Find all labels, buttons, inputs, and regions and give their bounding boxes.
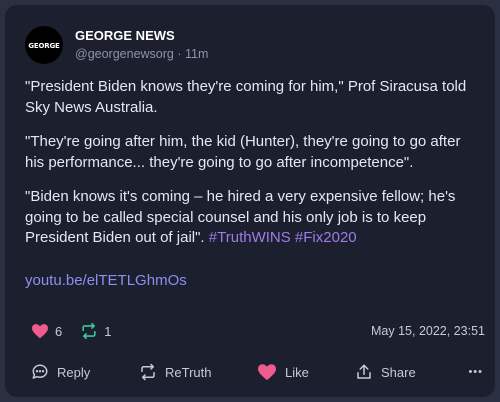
account-names: GEORGE NEWS @georgenewsorg · 11m bbox=[75, 28, 208, 62]
post-paragraph: youtu.be/elTETLGhmOs bbox=[25, 271, 480, 292]
retruth-icon bbox=[80, 323, 104, 339]
action-bar: Reply ReTruth Like Share ••• bbox=[31, 361, 485, 383]
hashtag-link[interactable]: #TruthWINS bbox=[209, 229, 291, 246]
share-label: Share bbox=[381, 364, 416, 380]
share-icon bbox=[355, 363, 381, 381]
post-paragraph: "They're going after him, the kid (Hunte… bbox=[25, 133, 461, 171]
heart-icon bbox=[31, 323, 55, 339]
reply-button[interactable]: Reply bbox=[31, 363, 90, 381]
retruth-icon bbox=[139, 363, 165, 381]
like-label: Like bbox=[285, 364, 309, 380]
retruth-count[interactable]: 1 bbox=[80, 323, 111, 339]
retruth-label: ReTruth bbox=[165, 364, 212, 380]
display-name[interactable]: GEORGE NEWS bbox=[75, 28, 208, 44]
post-stats: 6 1 May 15, 2022, 23:51 bbox=[31, 321, 485, 341]
handle-line: @georgenewsorg · 11m bbox=[75, 46, 208, 62]
share-button[interactable]: Share bbox=[355, 363, 416, 381]
like-button[interactable]: Like bbox=[257, 363, 309, 381]
more-icon[interactable]: ••• bbox=[468, 366, 483, 378]
avatar[interactable]: GEORGE bbox=[25, 26, 63, 64]
hashtag-link[interactable]: #Fix2020 bbox=[295, 229, 357, 246]
retruth-count-value: 1 bbox=[104, 323, 112, 339]
reply-label: Reply bbox=[57, 364, 91, 380]
avatar-logo-text: GEORGE bbox=[28, 39, 60, 51]
post-paragraph: "Biden knows it's coming – he hired a ve… bbox=[25, 187, 480, 249]
post-header: GEORGE GEORGE NEWS @georgenewsorg · 11m bbox=[25, 26, 208, 64]
post-paragraph: "President Biden knows they're coming fo… bbox=[25, 78, 467, 116]
external-link[interactable]: youtu.be/elTETLGhmOs bbox=[25, 272, 187, 289]
handle[interactable]: @georgenewsorg bbox=[75, 47, 174, 61]
heart-icon bbox=[257, 363, 285, 381]
post-age: 11m bbox=[185, 47, 209, 61]
separator: · bbox=[177, 47, 182, 61]
post-card: GEORGE GEORGE NEWS @georgenewsorg · 11m … bbox=[5, 5, 495, 397]
reply-bubble-icon bbox=[31, 363, 57, 381]
post-timestamp[interactable]: May 15, 2022, 23:51 bbox=[371, 324, 485, 338]
like-count[interactable]: 6 bbox=[31, 323, 62, 339]
post-body: "President Biden knows they're coming fo… bbox=[25, 77, 480, 305]
like-count-value: 6 bbox=[55, 323, 63, 339]
retruth-button[interactable]: ReTruth bbox=[139, 363, 211, 381]
